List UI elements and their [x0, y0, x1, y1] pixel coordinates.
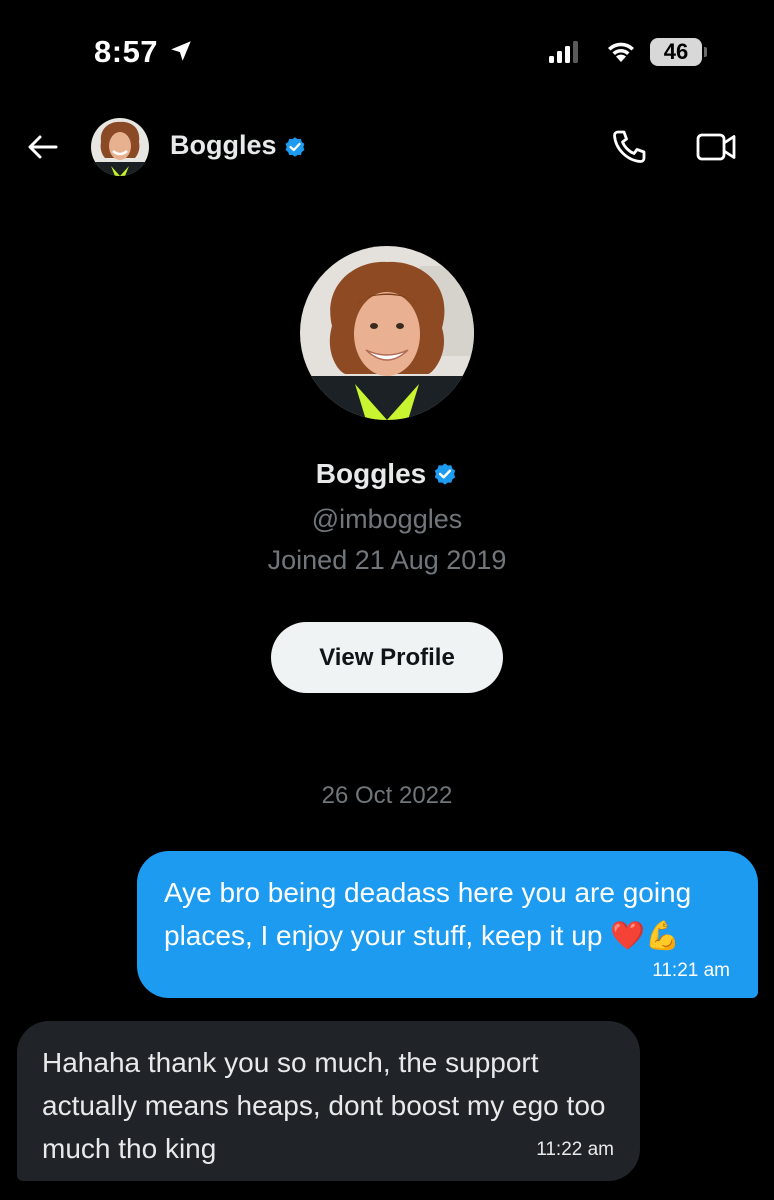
message-text: Hahaha thank you so much, the support ac…: [42, 1047, 606, 1164]
location-arrow-icon: [171, 41, 191, 61]
back-arrow-icon[interactable]: [26, 130, 60, 164]
status-bar: 8:57 46: [0, 0, 774, 100]
sent-message-bubble[interactable]: Aye bro being deadass here you are going…: [137, 851, 758, 998]
wifi-icon: [608, 42, 634, 62]
profile-handle: @imboggles: [311, 504, 463, 534]
conversation-header: Boggles: [0, 110, 774, 182]
cellular-signal-icon: [549, 41, 578, 63]
message-timestamp: 11:21 am: [652, 960, 730, 981]
received-message-bubble[interactable]: Hahaha thank you so much, the support ac…: [17, 1021, 640, 1181]
profile-photo: [300, 246, 474, 420]
message-emoji: ❤️💪: [610, 920, 680, 951]
header-username[interactable]: Boggles: [170, 130, 277, 161]
date-separator: 26 Oct 2022: [321, 782, 453, 809]
battery-level: 46: [663, 39, 689, 64]
view-profile-button[interactable]: View Profile: [271, 622, 503, 693]
profile-name-row: Boggles: [0, 458, 774, 490]
header-avatar[interactable]: [91, 118, 149, 176]
video-call-icon[interactable]: [695, 130, 737, 164]
phone-call-icon[interactable]: [610, 128, 648, 166]
profile-name: Boggles: [315, 458, 427, 489]
verified-badge-icon: [435, 463, 456, 485]
status-time: 8:57: [94, 34, 159, 69]
battery-tip: [704, 47, 707, 57]
verified-badge-icon: [285, 137, 305, 157]
profile-avatar[interactable]: [300, 246, 474, 420]
battery-icon: 46: [650, 38, 707, 66]
profile-joined-date: Joined 21 Aug 2019: [267, 545, 507, 575]
message-timestamp: 11:22 am: [536, 1139, 614, 1160]
message-text: Aye bro being deadass here you are going…: [164, 871, 732, 957]
avatar-image: [91, 118, 149, 176]
